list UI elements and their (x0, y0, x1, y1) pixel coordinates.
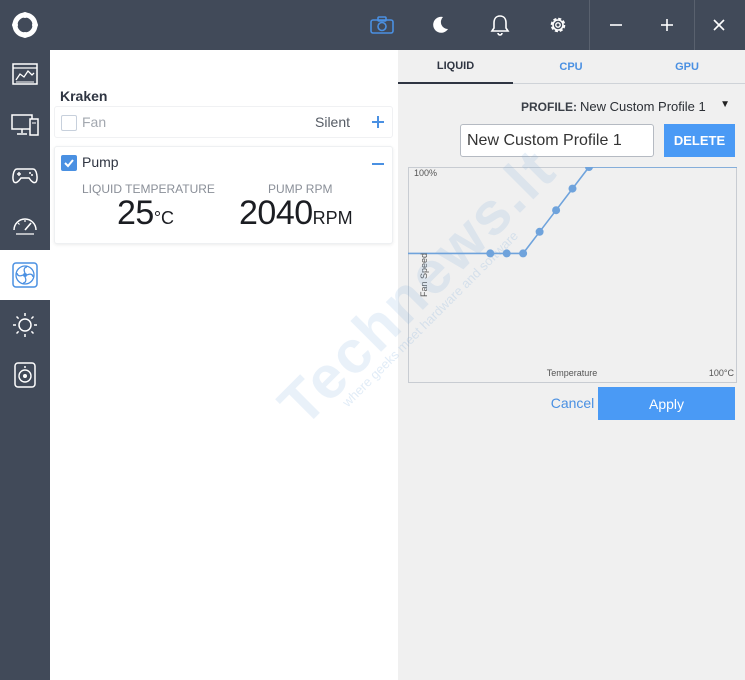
minus-icon (372, 163, 384, 165)
fan-label: Fan (82, 114, 107, 130)
sidebar-item-games[interactable] (0, 150, 50, 200)
pump-rpm-number: 2040 (239, 194, 313, 232)
pump-checkbox[interactable] (61, 155, 77, 171)
sidebar-item-audio[interactable] (0, 350, 50, 400)
pump-label: Pump (82, 154, 119, 170)
curve-point[interactable] (552, 206, 561, 215)
profile-panel: LIQUID CPU GPU PROFILE: New Custom Profi… (398, 50, 745, 680)
sidebar-item-lighting[interactable] (0, 300, 50, 350)
gear-icon[interactable] (528, 0, 588, 50)
tab-bar: LIQUID CPU GPU (398, 50, 745, 84)
caret-down-icon: ▼ (720, 99, 730, 110)
sidebar-item-dashboard[interactable] (0, 50, 50, 100)
liquid-temperature-unit: °C (153, 208, 175, 228)
y-max-label: 100% (414, 168, 437, 178)
app-window: Kraken Fan Silent Pump LIQUID TEMPERATUR… (0, 0, 745, 680)
collapse-pump-button[interactable] (367, 153, 389, 175)
profile-label: PROFILE: (521, 100, 577, 114)
gauge-icon (13, 218, 37, 235)
profile-dropdown[interactable]: New Custom Profile 1 ▼ (580, 99, 730, 117)
sun-icon (13, 313, 37, 337)
check-icon (64, 159, 74, 168)
profile-selected: New Custom Profile 1 (580, 99, 706, 114)
fan-mode[interactable]: Silent (315, 114, 350, 130)
apply-button[interactable]: Apply (598, 387, 735, 420)
delete-button[interactable]: DELETE (664, 124, 735, 157)
sidebar (0, 50, 50, 680)
pump-rpm-value: 2040RPM (239, 194, 353, 233)
expand-fan-button[interactable] (367, 111, 389, 133)
monitor-icon (11, 114, 39, 136)
pump-card: Pump LIQUID TEMPERATURE 25°C PUMP RPM 20… (54, 146, 393, 244)
dashboard-icon (12, 63, 38, 85)
tab-liquid[interactable]: LIQUID (398, 50, 513, 84)
cancel-button[interactable]: Cancel (545, 393, 600, 413)
gamepad-icon (12, 168, 38, 184)
device-title: Kraken (60, 88, 108, 104)
curve-point[interactable] (502, 249, 511, 258)
y-axis-label: Fan Speed (419, 253, 429, 297)
bell-icon[interactable] (470, 0, 530, 50)
sidebar-item-cooling[interactable] (0, 250, 50, 300)
curve-point[interactable] (519, 249, 528, 258)
x-max-label: 100°C (709, 368, 735, 378)
fan-row: Fan Silent (54, 106, 393, 138)
close-icon[interactable] (689, 0, 745, 50)
moon-icon[interactable] (410, 0, 470, 50)
curve-point[interactable] (535, 227, 544, 236)
titlebar (0, 0, 745, 50)
liquid-temperature-value: 25°C (117, 194, 174, 233)
pump-rpm-unit: RPM (312, 208, 353, 228)
fan-curve-graph[interactable]: 100% Fan Speed Temperature 100°C (408, 167, 737, 383)
sidebar-item-tuning[interactable] (0, 200, 50, 250)
device-panel: Kraken Fan Silent Pump LIQUID TEMPERATUR… (50, 50, 398, 680)
speaker-icon (14, 362, 36, 388)
curve-point[interactable] (486, 249, 495, 258)
profile-name-input[interactable] (460, 124, 654, 157)
fan-icon (12, 262, 38, 288)
fan-checkbox[interactable] (61, 115, 77, 131)
tab-gpu[interactable]: GPU (629, 50, 745, 84)
logo-icon[interactable] (0, 0, 50, 50)
liquid-temperature-number: 25 (117, 194, 154, 232)
camera-icon[interactable] (352, 0, 412, 50)
sidebar-item-pc[interactable] (0, 100, 50, 150)
plus-icon (372, 116, 384, 128)
curve-point[interactable] (568, 184, 577, 193)
x-axis-label: Temperature (547, 368, 598, 378)
maximize-icon[interactable] (637, 0, 697, 50)
tab-cpu[interactable]: CPU (513, 50, 629, 84)
